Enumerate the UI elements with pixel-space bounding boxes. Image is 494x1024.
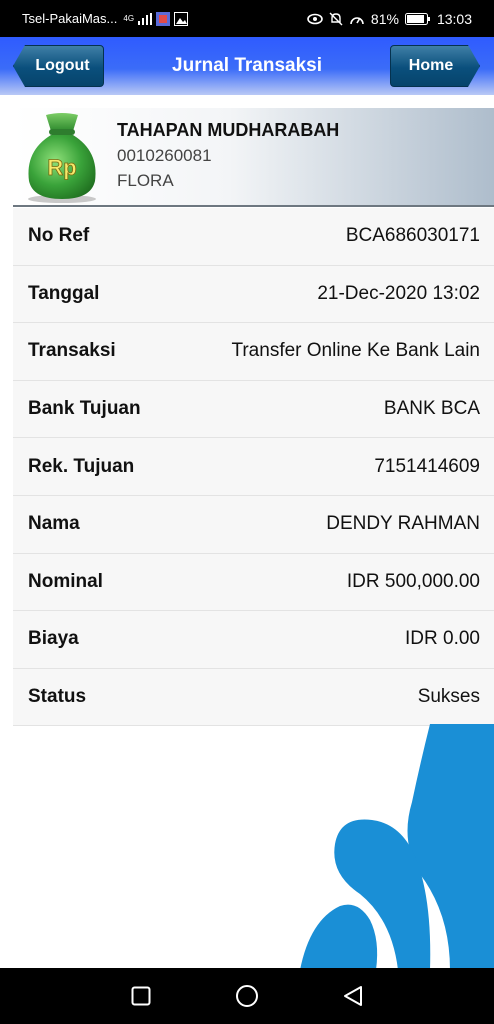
row-label: Status: [28, 686, 87, 708]
clock: 13:03: [436, 10, 472, 27]
row-label: Transaksi: [28, 340, 116, 362]
row-value: IDR 500,000.00: [346, 570, 480, 592]
row-value: 21-Dec-2020 13:02: [317, 282, 480, 304]
logout-button[interactable]: Logout: [13, 45, 104, 87]
detail-row-nominal: Nominal IDR 500,000.00: [13, 553, 494, 612]
triangle-back-icon[interactable]: [340, 983, 366, 1009]
detail-row-no-ref: No Ref BCA686030171: [13, 208, 494, 266]
detail-row-biaya: Biaya IDR 0.00: [13, 611, 494, 669]
row-label: Tanggal: [28, 282, 100, 304]
network-indicator: 4G: [123, 13, 135, 23]
account-type: TAHAPAN MUDHARABAH: [117, 120, 340, 140]
signal-icon: [138, 12, 153, 25]
row-value: BANK BCA: [383, 398, 480, 420]
system-nav-bar: [0, 968, 494, 1024]
row-label: Bank Tujuan: [28, 398, 141, 420]
row-label: No Ref: [28, 225, 90, 247]
row-label: Nominal: [28, 570, 103, 592]
eye-icon: [307, 13, 323, 25]
battery-percent: 81%: [370, 10, 399, 27]
detail-row-bank-tujuan: Bank Tujuan BANK BCA: [13, 380, 494, 439]
row-label: Rek. Tujuan: [28, 455, 135, 477]
home-button[interactable]: Home: [390, 45, 480, 87]
money-bag-icon: Rp: [21, 111, 103, 203]
transaction-details: No Ref BCA686030171 Tanggal 21-Dec-2020 …: [13, 208, 494, 727]
account-card: Rp TAHAPAN MUDHARABAH 0010260081 FLORA: [13, 108, 494, 207]
status-bar: Tsel-PakaiMas... 4G 81% 13:03: [0, 0, 494, 37]
row-label: Biaya: [28, 628, 79, 650]
detail-row-rek-tujuan: Rek. Tujuan 7151414609: [13, 438, 494, 496]
row-value: Transfer Online Ke Bank Lain: [231, 340, 480, 362]
detail-row-nama: Nama DENDY RAHMAN: [13, 495, 494, 554]
image-notification-icon: [174, 11, 189, 26]
bank-logo-decoration: [300, 724, 494, 970]
circle-icon[interactable]: [234, 983, 260, 1009]
row-value: IDR 0.00: [405, 628, 480, 650]
bag-currency-label: Rp: [47, 155, 76, 180]
detail-row-status: Status Sukses: [13, 668, 494, 727]
row-value: Sukses: [417, 686, 480, 708]
row-value: 7151414609: [374, 455, 480, 477]
detail-row-tanggal: Tanggal 21-Dec-2020 13:02: [13, 265, 494, 324]
row-label: Nama: [28, 513, 80, 535]
row-value: DENDY RAHMAN: [326, 513, 480, 535]
notification-app-icon: [156, 11, 171, 26]
detail-row-transaksi: Transaksi Transfer Online Ke Bank Lain: [13, 323, 494, 381]
row-value: BCA686030171: [345, 225, 480, 247]
battery-icon: [404, 12, 431, 25]
app-header: Logout Jurnal Transaksi Home: [0, 37, 494, 95]
carrier-name: Tsel-PakaiMas...: [22, 11, 118, 26]
mute-bell-icon: [329, 12, 343, 26]
account-number: 0010260081: [117, 146, 212, 165]
square-icon[interactable]: [128, 983, 154, 1009]
speedometer-icon: [349, 12, 365, 26]
account-holder-name: FLORA: [117, 171, 174, 190]
page-title: Jurnal Transaksi: [172, 55, 322, 76]
